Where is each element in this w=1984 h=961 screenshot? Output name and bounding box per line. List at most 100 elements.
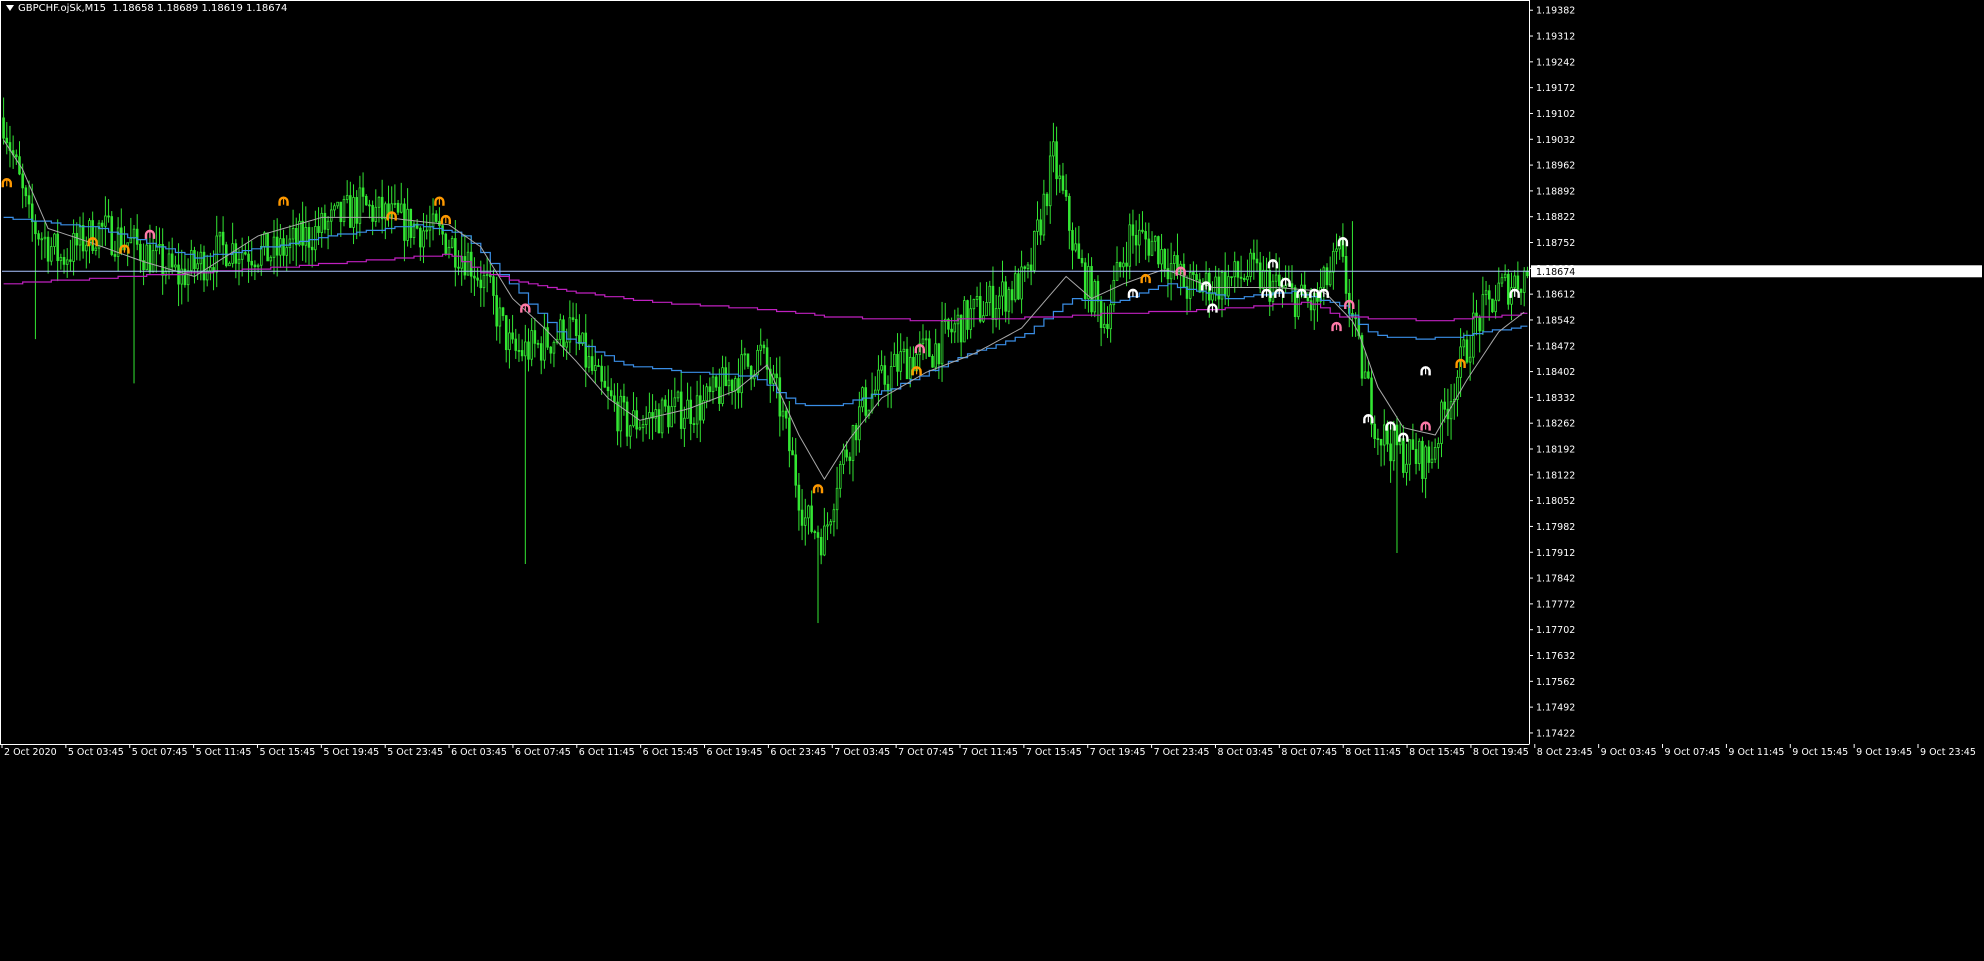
candle-body	[1074, 243, 1077, 251]
candle-body	[50, 246, 53, 262]
price-tick-label: 1.17772	[1536, 599, 1575, 610]
candle-body	[1443, 401, 1446, 410]
candle-body	[1246, 276, 1249, 281]
candle-body	[406, 208, 409, 241]
candle-body	[56, 233, 59, 262]
candle-body	[1106, 323, 1109, 330]
price-tick-label: 1.17702	[1536, 625, 1575, 636]
candle-body	[1430, 458, 1434, 463]
candle-body	[1103, 323, 1106, 329]
candle-body	[1306, 297, 1310, 302]
candle-body	[1071, 230, 1074, 251]
time-tick-label: 9 Oct 19:45	[1856, 747, 1912, 758]
candle-body	[908, 356, 912, 380]
candle-body	[1157, 236, 1160, 265]
candle-body	[571, 317, 575, 320]
candle-body	[380, 196, 384, 220]
candle-body	[527, 341, 530, 360]
time-tick-label: 9 Oct 23:45	[1920, 747, 1976, 758]
candle-body	[730, 379, 734, 392]
candle-body	[1332, 250, 1335, 273]
candle-body	[352, 197, 355, 228]
candle-body	[819, 536, 823, 556]
candle-body	[549, 346, 553, 354]
candle-body	[501, 307, 505, 317]
price-tick-label: 1.17632	[1536, 651, 1575, 662]
candle-body	[950, 328, 953, 333]
candle-body	[632, 410, 635, 427]
candle-body	[988, 285, 992, 303]
candle-body	[1010, 289, 1014, 301]
signal-marker	[144, 229, 156, 239]
candle-body	[1080, 258, 1084, 264]
candle-body	[1033, 230, 1036, 271]
candle-body	[1217, 276, 1221, 300]
time-tick-label: 8 Oct 15:45	[1409, 747, 1465, 758]
candle-body	[504, 315, 508, 351]
dropdown-triangle-icon[interactable]	[6, 5, 14, 11]
candle-body	[689, 399, 693, 424]
signal-marker	[1420, 421, 1431, 431]
candle-body	[864, 387, 867, 416]
candle-body	[699, 395, 702, 421]
candle-body	[339, 201, 343, 223]
signal-marker	[1337, 237, 1349, 247]
candle-body	[145, 244, 149, 271]
time-tick-label: 7 Oct 03:45	[834, 747, 890, 758]
time-tick-label: 6 Oct 23:45	[770, 747, 826, 758]
candle-body	[1243, 277, 1246, 281]
candle-body	[1494, 299, 1497, 313]
candle-body	[1192, 271, 1195, 275]
candle-body	[205, 270, 209, 281]
candle-body	[399, 203, 403, 213]
candle-body	[810, 505, 813, 532]
candle-body	[326, 220, 330, 230]
price-tick-label: 1.19172	[1536, 83, 1575, 94]
candle-body	[683, 417, 686, 429]
candle-body	[568, 317, 572, 343]
candle-body	[858, 406, 861, 441]
candle-body	[1077, 243, 1081, 259]
candle-body	[1411, 439, 1415, 450]
candle-body	[403, 203, 406, 241]
candle-body	[581, 332, 584, 345]
time-tick-label: 7 Oct 15:45	[1026, 747, 1082, 758]
candle	[110, 211, 114, 257]
candle-body	[364, 195, 368, 206]
candle-body	[514, 338, 518, 351]
time-tick-label: 5 Oct 23:45	[387, 747, 443, 758]
candle-body	[676, 391, 680, 399]
candle-body	[81, 225, 85, 252]
candle-body	[256, 264, 260, 268]
candle-body	[695, 395, 699, 425]
candle-body	[75, 233, 79, 246]
candle-body	[37, 233, 40, 240]
candle-body	[1478, 316, 1481, 332]
signal-marker	[1455, 358, 1466, 368]
candle-body	[1335, 248, 1338, 252]
candle-body	[600, 365, 603, 382]
candle-body	[1004, 281, 1007, 312]
candle-body	[46, 236, 50, 262]
candle-body	[921, 338, 925, 345]
current-price-tag: 1.18674	[1531, 265, 1982, 278]
candle-body	[508, 332, 511, 351]
chart-canvas[interactable]: 1.19382 1.19312 1.19242 1.19172 1.19102 1.190…	[0, 0, 1984, 961]
candle-body	[1424, 446, 1427, 479]
candle-body	[1001, 281, 1004, 297]
candle-body	[816, 532, 820, 538]
candle-body	[1395, 424, 1399, 446]
time-tick-label: 8 Oct 07:45	[1281, 747, 1337, 758]
candle-body	[482, 274, 486, 289]
candle-body	[587, 356, 591, 368]
candle-body	[826, 524, 829, 527]
candle-body	[902, 348, 906, 353]
candle-body	[221, 231, 225, 246]
signal-marker	[1309, 288, 1320, 298]
candle-body	[240, 252, 244, 260]
candle-body	[358, 187, 362, 224]
candle-body	[1487, 290, 1491, 300]
candle-body	[657, 409, 661, 434]
candle-body	[1163, 249, 1167, 269]
candle-body	[1173, 255, 1176, 265]
